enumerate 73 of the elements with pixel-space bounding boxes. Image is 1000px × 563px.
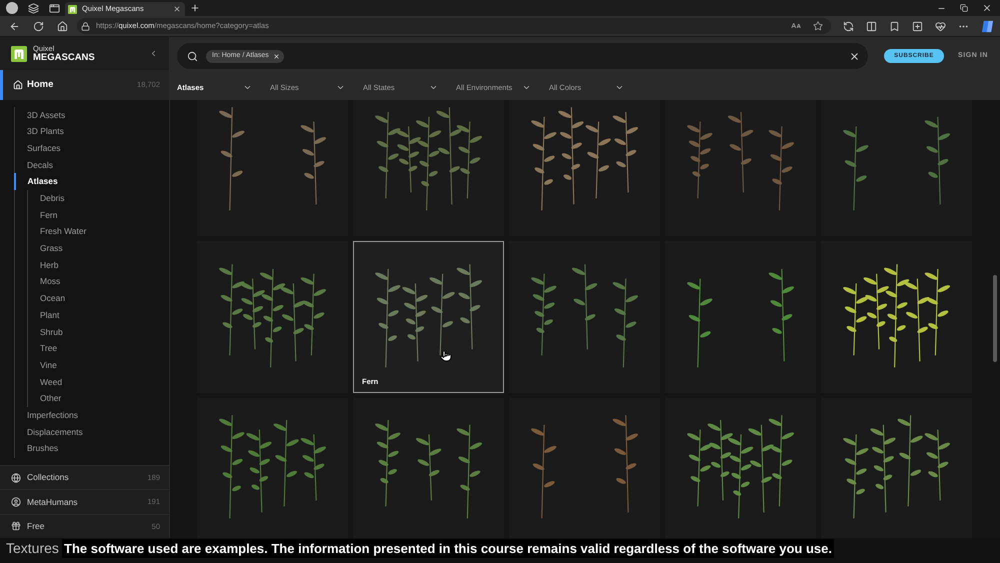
asset-tile[interactable] <box>509 241 660 393</box>
chevron-down-icon <box>522 83 531 92</box>
asset-tile[interactable] <box>665 241 816 393</box>
heart-pulse-icon[interactable] <box>935 20 946 32</box>
logo-icon <box>11 46 27 62</box>
category-item[interactable]: Brushes <box>15 440 169 458</box>
category-item[interactable]: 3D Plants <box>15 123 169 140</box>
subtitle-caption: The software used are examples. The information presented in this course remains valid regardless of the software you use. <box>62 539 834 558</box>
subcategory-item[interactable]: Herb <box>28 256 169 274</box>
house-icon <box>13 80 23 90</box>
back-icon[interactable] <box>9 20 20 32</box>
gift-icon <box>11 521 21 532</box>
new-tab-icon[interactable] <box>190 3 200 13</box>
remove-icon[interactable] <box>272 52 280 60</box>
subcategory-item[interactable]: Shrub <box>28 324 169 340</box>
category-item[interactable]: Decals <box>15 156 169 174</box>
read-aloud-icon[interactable] <box>791 21 801 31</box>
subcategory-item[interactable]: Other <box>28 390 169 407</box>
brand-title: MEGASCANS <box>33 52 95 62</box>
app-logo-icon[interactable] <box>981 20 994 32</box>
asset-tile[interactable] <box>197 398 348 538</box>
subcategory-item[interactable]: Fresh Water <box>28 223 169 240</box>
asset-tile[interactable] <box>665 100 816 236</box>
chevron-down-icon <box>243 83 252 92</box>
asset-tile[interactable] <box>353 398 504 538</box>
collections-icon[interactable] <box>912 20 923 32</box>
subcategory-item[interactable]: Grass <box>28 240 169 257</box>
asset-tile[interactable] <box>665 398 816 538</box>
asset-tile[interactable] <box>821 100 972 236</box>
subcategory-item[interactable]: Plant <box>28 306 169 324</box>
clear-search-icon[interactable] <box>849 50 860 62</box>
category-item[interactable]: Imperfections <box>15 406 169 424</box>
asset-tile[interactable] <box>509 398 660 538</box>
subcategory-item[interactable]: Vine <box>28 356 169 374</box>
chevron-down-icon <box>615 83 624 92</box>
restore-icon[interactable] <box>960 4 968 12</box>
close-icon[interactable] <box>982 3 992 13</box>
subcategory-item[interactable]: Fern <box>28 206 169 224</box>
collapse-chevron-icon[interactable] <box>149 49 158 58</box>
tab-actions-icon[interactable] <box>49 2 60 14</box>
subcategory-item[interactable]: Moss <box>28 273 169 290</box>
category-item[interactable]: Surfaces <box>15 140 169 157</box>
close-icon[interactable] <box>173 5 181 13</box>
asset-tile[interactable] <box>509 100 660 236</box>
chevron-down-icon <box>429 83 438 92</box>
subcategory-item[interactable]: Debris <box>28 190 169 207</box>
workspaces-icon[interactable] <box>28 2 39 14</box>
asset-tile[interactable] <box>821 241 972 393</box>
asset-tile[interactable] <box>821 398 972 538</box>
hand-cursor-icon <box>440 350 452 362</box>
asset-tile[interactable] <box>353 100 504 236</box>
subcategory-item[interactable]: Weed <box>28 374 169 390</box>
subcategory-item[interactable]: Ocean <box>28 290 169 307</box>
asset-tile[interactable] <box>197 100 348 236</box>
refresh-icon[interactable] <box>33 20 44 32</box>
globe-icon <box>11 472 21 483</box>
search-icon <box>187 50 198 62</box>
chevron-down-icon <box>336 83 345 92</box>
split-screen-icon[interactable] <box>866 20 877 32</box>
lock-icon <box>81 22 90 30</box>
extension-icon[interactable] <box>843 20 854 32</box>
favicon-icon <box>68 4 77 14</box>
favorite-star-icon[interactable] <box>813 21 823 31</box>
user-circle-icon <box>11 497 21 508</box>
home-icon[interactable] <box>57 20 68 32</box>
category-item[interactable]: Displacements <box>15 424 169 440</box>
course-title-overlay: Textures <box>6 539 60 557</box>
profile-avatar-icon[interactable] <box>6 2 18 14</box>
category-item[interactable]: 3D Assets <box>15 106 169 124</box>
subcategory-item[interactable]: Tree <box>28 340 169 357</box>
asset-tile[interactable] <box>197 241 348 393</box>
bookmark-icon[interactable] <box>889 20 900 32</box>
scrollbar-thumb[interactable] <box>993 275 997 362</box>
